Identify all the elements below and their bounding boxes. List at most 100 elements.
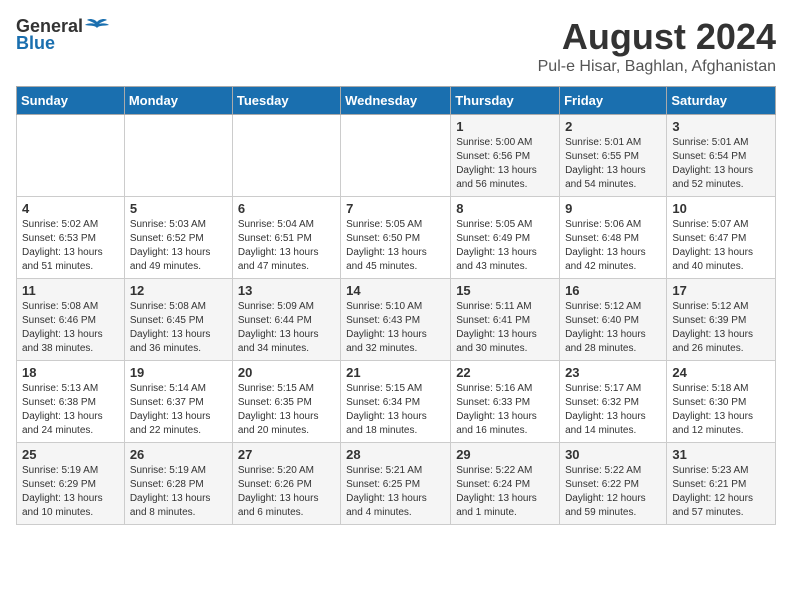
weekday-header-thursday: Thursday <box>451 87 560 115</box>
day-cell: 4 Sunrise: 5:02 AM Sunset: 6:53 PM Daylig… <box>17 197 125 279</box>
weekday-header-wednesday: Wednesday <box>341 87 451 115</box>
week-row-3: 11 Sunrise: 5:08 AM Sunset: 6:46 PM Dayli… <box>17 279 776 361</box>
week-row-5: 25Sunrise: 5:19 AM Sunset: 6:29 PM Dayli… <box>17 443 776 525</box>
day-info: Sunrise: 5:05 AM Sunset: 6:50 PM Dayligh… <box>346 218 445 274</box>
day-info: Sunrise: 5:12 AM Sunset: 6:39 PM Dayligh… <box>672 300 770 356</box>
day-info: Sunrise: 5:20 AM Sunset: 6:26 PM Dayligh… <box>238 464 335 520</box>
day-info: Sunrise: 5:07 AM Sunset: 6:47 PM Dayligh… <box>672 218 770 274</box>
day-info: Sunrise: 5:16 AM Sunset: 6:33 PM Dayligh… <box>456 382 554 438</box>
header: General Blue August 2024 Pul-e Hisar, Ba… <box>16 16 776 76</box>
day-cell: 11 Sunrise: 5:08 AM Sunset: 6:46 PM Dayli… <box>17 279 125 361</box>
weekday-header-friday: Friday <box>560 87 667 115</box>
day-number: 19 <box>130 365 227 380</box>
day-number: 29 <box>456 447 554 462</box>
day-info: Sunrise: 5:22 AM Sunset: 6:22 PM Dayligh… <box>565 464 661 520</box>
day-number: 9 <box>565 201 661 216</box>
day-cell: 13 Sunrise: 5:09 AM Sunset: 6:44 PM Dayli… <box>232 279 340 361</box>
calendar-table: SundayMondayTuesdayWednesdayThursdayFrid… <box>16 86 776 525</box>
day-info: Sunrise: 5:12 AM Sunset: 6:40 PM Dayligh… <box>565 300 661 356</box>
day-number: 20 <box>238 365 335 380</box>
day-info: Sunrise: 5:15 AM Sunset: 6:35 PM Dayligh… <box>238 382 335 438</box>
day-number: 5 <box>130 201 227 216</box>
day-info: Sunrise: 5:22 AM Sunset: 6:24 PM Dayligh… <box>456 464 554 520</box>
day-number: 4 <box>22 201 119 216</box>
day-cell: 21 Sunrise: 5:15 AM Sunset: 6:34 PM Dayli… <box>341 361 451 443</box>
day-cell: 8Sunrise: 5:05 AM Sunset: 6:49 PM Daylig… <box>451 197 560 279</box>
day-number: 10 <box>672 201 770 216</box>
logo-blue-text: Blue <box>16 33 55 54</box>
day-info: Sunrise: 5:03 AM Sunset: 6:52 PM Dayligh… <box>130 218 227 274</box>
day-cell: 23 Sunrise: 5:17 AM Sunset: 6:32 PM Dayli… <box>560 361 667 443</box>
day-number: 16 <box>565 283 661 298</box>
day-info: Sunrise: 5:19 AM Sunset: 6:28 PM Dayligh… <box>130 464 227 520</box>
day-info: Sunrise: 5:01 AM Sunset: 6:55 PM Dayligh… <box>565 136 661 192</box>
day-number: 14 <box>346 283 445 298</box>
day-info: Sunrise: 5:18 AM Sunset: 6:30 PM Dayligh… <box>672 382 770 438</box>
day-info: Sunrise: 5:14 AM Sunset: 6:37 PM Dayligh… <box>130 382 227 438</box>
day-cell: 17Sunrise: 5:12 AM Sunset: 6:39 PM Dayli… <box>667 279 776 361</box>
day-info: Sunrise: 5:09 AM Sunset: 6:44 PM Dayligh… <box>238 300 335 356</box>
day-number: 27 <box>238 447 335 462</box>
day-number: 11 <box>22 283 119 298</box>
weekday-header-monday: Monday <box>124 87 232 115</box>
day-cell: 28Sunrise: 5:21 AM Sunset: 6:25 PM Dayli… <box>341 443 451 525</box>
day-number: 12 <box>130 283 227 298</box>
day-cell: 5 Sunrise: 5:03 AM Sunset: 6:52 PM Daylig… <box>124 197 232 279</box>
day-cell: 22 Sunrise: 5:16 AM Sunset: 6:33 PM Dayli… <box>451 361 560 443</box>
weekday-header-saturday: Saturday <box>667 87 776 115</box>
day-info: Sunrise: 5:05 AM Sunset: 6:49 PM Dayligh… <box>456 218 554 274</box>
week-row-1: 1 Sunrise: 5:00 AM Sunset: 6:56 PM Daylig… <box>17 115 776 197</box>
weekday-header-tuesday: Tuesday <box>232 87 340 115</box>
week-row-2: 4 Sunrise: 5:02 AM Sunset: 6:53 PM Daylig… <box>17 197 776 279</box>
day-number: 23 <box>565 365 661 380</box>
day-cell: 19 Sunrise: 5:14 AM Sunset: 6:37 PM Dayli… <box>124 361 232 443</box>
day-number: 25 <box>22 447 119 462</box>
day-number: 2 <box>565 119 661 134</box>
month-title: August 2024 <box>538 16 776 58</box>
day-number: 22 <box>456 365 554 380</box>
day-cell: 2 Sunrise: 5:01 AM Sunset: 6:55 PM Daylig… <box>560 115 667 197</box>
day-number: 26 <box>130 447 227 462</box>
day-info: Sunrise: 5:13 AM Sunset: 6:38 PM Dayligh… <box>22 382 119 438</box>
day-info: Sunrise: 5:06 AM Sunset: 6:48 PM Dayligh… <box>565 218 661 274</box>
day-info: Sunrise: 5:08 AM Sunset: 6:46 PM Dayligh… <box>22 300 119 356</box>
day-cell: 6 Sunrise: 5:04 AM Sunset: 6:51 PM Daylig… <box>232 197 340 279</box>
day-number: 15 <box>456 283 554 298</box>
day-cell: 1 Sunrise: 5:00 AM Sunset: 6:56 PM Daylig… <box>451 115 560 197</box>
day-number: 3 <box>672 119 770 134</box>
day-cell: 7Sunrise: 5:05 AM Sunset: 6:50 PM Daylig… <box>341 197 451 279</box>
week-row-4: 18Sunrise: 5:13 AM Sunset: 6:38 PM Dayli… <box>17 361 776 443</box>
day-cell: 12 Sunrise: 5:08 AM Sunset: 6:45 PM Dayli… <box>124 279 232 361</box>
day-cell <box>124 115 232 197</box>
day-cell: 10 Sunrise: 5:07 AM Sunset: 6:47 PM Dayli… <box>667 197 776 279</box>
day-cell: 14 Sunrise: 5:10 AM Sunset: 6:43 PM Dayli… <box>341 279 451 361</box>
day-cell: 24 Sunrise: 5:18 AM Sunset: 6:30 PM Dayli… <box>667 361 776 443</box>
day-info: Sunrise: 5:08 AM Sunset: 6:45 PM Dayligh… <box>130 300 227 356</box>
day-cell: 25Sunrise: 5:19 AM Sunset: 6:29 PM Dayli… <box>17 443 125 525</box>
day-info: Sunrise: 5:04 AM Sunset: 6:51 PM Dayligh… <box>238 218 335 274</box>
day-info: Sunrise: 5:15 AM Sunset: 6:34 PM Dayligh… <box>346 382 445 438</box>
day-info: Sunrise: 5:00 AM Sunset: 6:56 PM Dayligh… <box>456 136 554 192</box>
day-number: 21 <box>346 365 445 380</box>
day-number: 6 <box>238 201 335 216</box>
weekday-header-sunday: Sunday <box>17 87 125 115</box>
day-number: 28 <box>346 447 445 462</box>
day-number: 30 <box>565 447 661 462</box>
day-info: Sunrise: 5:02 AM Sunset: 6:53 PM Dayligh… <box>22 218 119 274</box>
location-title: Pul-e Hisar, Baghlan, Afghanistan <box>538 58 776 76</box>
day-number: 13 <box>238 283 335 298</box>
day-number: 1 <box>456 119 554 134</box>
logo-bird-icon <box>85 18 109 36</box>
day-cell: 9 Sunrise: 5:06 AM Sunset: 6:48 PM Daylig… <box>560 197 667 279</box>
day-info: Sunrise: 5:11 AM Sunset: 6:41 PM Dayligh… <box>456 300 554 356</box>
day-cell: 29 Sunrise: 5:22 AM Sunset: 6:24 PM Dayli… <box>451 443 560 525</box>
day-cell: 31Sunrise: 5:23 AM Sunset: 6:21 PM Dayli… <box>667 443 776 525</box>
day-cell: 18Sunrise: 5:13 AM Sunset: 6:38 PM Dayli… <box>17 361 125 443</box>
day-number: 31 <box>672 447 770 462</box>
day-info: Sunrise: 5:17 AM Sunset: 6:32 PM Dayligh… <box>565 382 661 438</box>
day-cell <box>341 115 451 197</box>
day-number: 24 <box>672 365 770 380</box>
day-info: Sunrise: 5:10 AM Sunset: 6:43 PM Dayligh… <box>346 300 445 356</box>
day-cell <box>17 115 125 197</box>
logo: General Blue <box>16 16 109 54</box>
